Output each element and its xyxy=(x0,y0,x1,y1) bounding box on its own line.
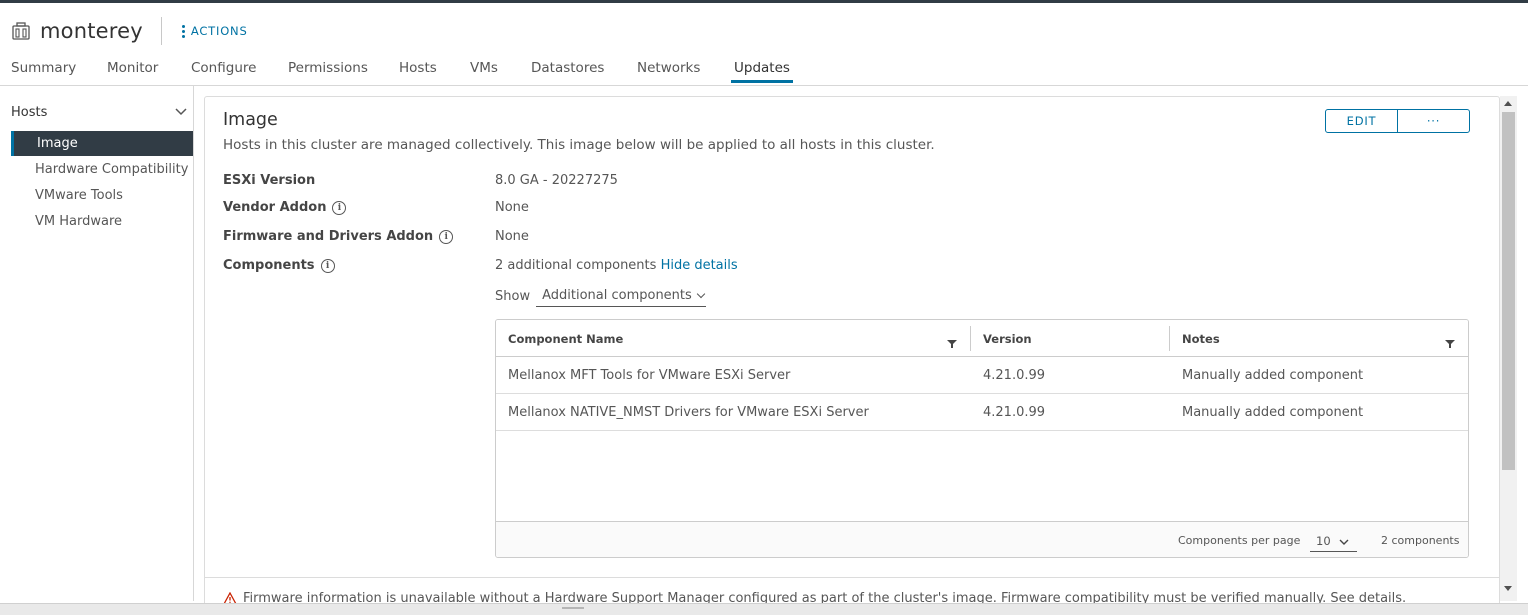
vertical-scrollbar[interactable] xyxy=(1500,96,1517,601)
column-header-version[interactable]: Version xyxy=(983,320,1032,357)
tab-monitor[interactable]: Monitor xyxy=(107,60,158,84)
object-tabs: Summary Monitor Configure Permissions Ho… xyxy=(0,56,1528,86)
tab-datastores[interactable]: Datastores xyxy=(531,60,604,84)
per-page-label: Components per page xyxy=(1178,534,1301,547)
sidebar-group-label: Hosts xyxy=(11,104,48,120)
sidebar-item-vm-hardware[interactable]: VM Hardware xyxy=(11,209,193,234)
grid-footer: Components per page 10 2 components xyxy=(496,521,1468,557)
show-select-value: Additional components xyxy=(542,288,692,303)
tab-summary[interactable]: Summary xyxy=(11,60,76,84)
item-count: 2 components xyxy=(1381,534,1460,547)
components-value: 2 additional components Hide details xyxy=(495,258,738,273)
per-page-value: 10 xyxy=(1316,533,1331,548)
resize-handle[interactable] xyxy=(562,607,584,609)
sidebar-item-label: Image xyxy=(37,136,78,151)
tab-networks[interactable]: Networks xyxy=(637,60,700,84)
cell-version: 4.21.0.99 xyxy=(983,404,1046,420)
chevron-down-icon xyxy=(696,289,706,298)
table-row[interactable]: Mellanox MFT Tools for VMware ESXi Serve… xyxy=(496,357,1468,394)
tab-vms[interactable]: VMs xyxy=(470,60,498,84)
show-label: Show xyxy=(495,288,531,304)
filter-icon[interactable] xyxy=(1444,334,1456,348)
vendor-addon-label-text: Vendor Addon xyxy=(223,200,327,215)
tab-hosts[interactable]: Hosts xyxy=(399,60,437,84)
sidebar-group-hosts[interactable]: Hosts xyxy=(11,102,187,122)
scroll-down-arrow-icon[interactable] xyxy=(1504,586,1512,591)
page-title: monterey xyxy=(40,19,143,43)
firmware-addon-label-text: Firmware and Drivers Addon xyxy=(223,229,434,244)
esxi-version-label-text: ESXi Version xyxy=(223,173,316,188)
firmware-addon-label: Firmware and Drivers Addon i xyxy=(223,229,454,244)
hide-details-link[interactable]: Hide details xyxy=(661,258,738,273)
header-divider xyxy=(160,17,162,45)
components-label: Components i xyxy=(223,258,335,273)
vendor-addon-label: Vendor Addon i xyxy=(223,200,347,215)
show-filter-row: Show Additional components xyxy=(495,285,707,307)
tab-permissions[interactable]: Permissions xyxy=(288,60,368,84)
updates-sidebar: Hosts Image Hardware Compatibility VMwar… xyxy=(0,86,194,601)
vendor-addon-value: None xyxy=(495,200,529,215)
sidebar-item-image[interactable]: Image xyxy=(11,131,193,156)
components-count-text: 2 additional components xyxy=(495,258,657,273)
top-bar xyxy=(0,0,1528,3)
info-icon[interactable]: i xyxy=(332,200,347,215)
scroll-up-arrow-icon[interactable] xyxy=(1504,101,1512,106)
firmware-addon-value: None xyxy=(495,229,529,244)
components-grid: Component Name Version Notes Mellanox MF… xyxy=(495,319,1469,558)
column-separator[interactable] xyxy=(970,326,971,351)
column-header-notes[interactable]: Notes xyxy=(1182,320,1220,357)
chevron-down-icon xyxy=(175,105,187,120)
esxi-version-label: ESXi Version xyxy=(223,173,315,188)
edit-button[interactable]: EDIT xyxy=(1326,110,1397,132)
filter-icon[interactable] xyxy=(946,334,958,348)
bottom-panel-strip xyxy=(0,603,1528,615)
components-label-text: Components xyxy=(223,258,315,273)
info-icon[interactable]: i xyxy=(320,258,335,273)
cell-component-name: Mellanox MFT Tools for VMware ESXi Serve… xyxy=(508,367,791,383)
cell-notes: Manually added component xyxy=(1182,404,1364,420)
sidebar-item-label: VM Hardware xyxy=(35,214,123,229)
sidebar-item-vmware-tools[interactable]: VMware Tools xyxy=(11,183,193,208)
card-divider xyxy=(205,577,1499,578)
column-separator[interactable] xyxy=(1169,326,1170,351)
object-header: monterey ACTIONS xyxy=(11,14,248,48)
chevron-down-icon xyxy=(1339,535,1349,549)
card-button-group: EDIT ··· xyxy=(1325,109,1470,133)
sidebar-item-hardware-compatibility[interactable]: Hardware Compatibility xyxy=(11,157,193,182)
sidebar-item-label: Hardware Compatibility xyxy=(35,162,189,177)
card-title: Image xyxy=(223,110,278,130)
sidebar-item-label: VMware Tools xyxy=(35,188,123,203)
scrollbar-thumb[interactable] xyxy=(1502,112,1515,470)
info-icon[interactable]: i xyxy=(439,229,454,244)
card-description: Hosts in this cluster are managed collec… xyxy=(223,137,935,153)
actions-menu-button[interactable]: ACTIONS xyxy=(181,24,248,38)
tab-configure[interactable]: Configure xyxy=(191,60,256,84)
esxi-version-value: 8.0 GA - 20227275 xyxy=(495,173,618,188)
tab-updates[interactable]: Updates xyxy=(731,60,793,83)
grid-header: Component Name Version Notes xyxy=(496,320,1468,357)
cluster-icon xyxy=(11,21,31,41)
cell-notes: Manually added component xyxy=(1182,367,1364,383)
show-select[interactable]: Additional components xyxy=(536,285,707,307)
actions-label: ACTIONS xyxy=(190,24,248,38)
image-card: Image Hosts in this cluster are managed … xyxy=(204,96,1500,615)
cell-version: 4.21.0.99 xyxy=(983,367,1046,383)
column-header-component-name[interactable]: Component Name xyxy=(508,320,623,357)
table-row[interactable]: Mellanox NATIVE_NMST Drivers for VMware … xyxy=(496,394,1468,431)
more-options-button[interactable]: ··· xyxy=(1397,110,1469,132)
kebab-icon xyxy=(181,24,185,38)
per-page-select[interactable]: 10 xyxy=(1310,530,1357,552)
cell-component-name: Mellanox NATIVE_NMST Drivers for VMware … xyxy=(508,404,869,420)
